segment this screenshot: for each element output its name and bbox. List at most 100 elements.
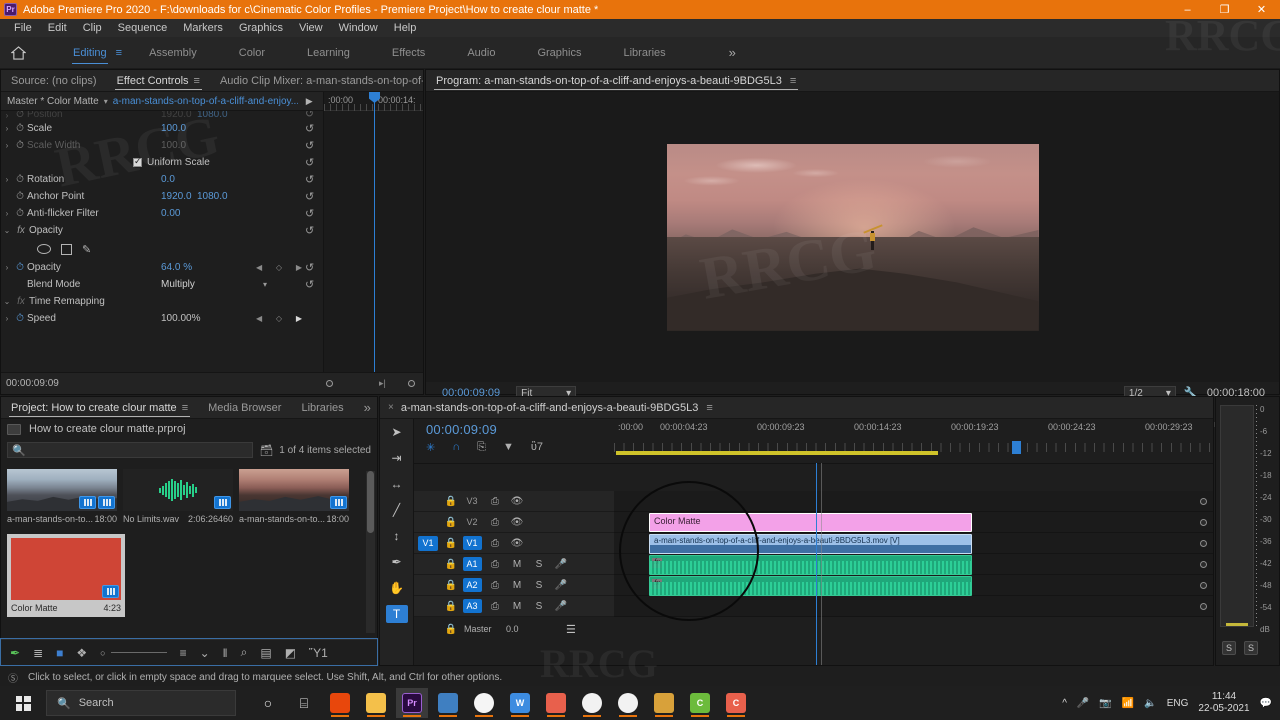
track-handle-dot[interactable] xyxy=(1200,581,1207,589)
freeform-view-icon[interactable]: ❖ xyxy=(76,646,87,660)
add-marker-icon[interactable]: ▼ xyxy=(503,441,514,454)
menu-item-clip[interactable]: Clip xyxy=(75,19,110,37)
pen-tool-icon[interactable]: ✒ xyxy=(10,646,20,660)
twirl-icon[interactable]: ⌄ xyxy=(1,297,13,306)
windows-start-icon[interactable] xyxy=(0,686,46,720)
eye-icon[interactable]: 👁 xyxy=(506,538,528,549)
rectangle-mask-icon[interactable] xyxy=(61,243,72,255)
stopwatch-icon[interactable]: ⏱ xyxy=(13,191,27,202)
chevron-down-icon[interactable]: ▾ xyxy=(263,280,267,289)
property-value-2[interactable]: 1080.0 xyxy=(197,191,228,202)
twirl-icon[interactable]: › xyxy=(1,124,13,133)
sequence-settings-icon[interactable]: ✳ xyxy=(426,441,435,454)
timeline-ruler[interactable]: :00:00 00:00:04:23 00:00:09:23 00:00:14:23 0… xyxy=(614,419,1213,463)
add-keyframe-icon[interactable]: ◇ xyxy=(276,263,282,272)
stopwatch-icon[interactable]: ⏱ xyxy=(13,111,27,120)
lock-icon[interactable]: 🔒 xyxy=(442,538,460,549)
twirl-icon[interactable]: › xyxy=(1,111,13,120)
tab-ec-tab-0[interactable]: Source: (no clips) xyxy=(1,70,107,91)
lock-icon[interactable]: 🔒 xyxy=(442,559,460,570)
tab-project-1[interactable]: Media Browser xyxy=(198,397,291,418)
list-view-icon[interactable]: ≣ xyxy=(33,646,43,660)
track-name-v1[interactable]: V1 xyxy=(460,536,484,550)
ec-zoom-dot-right[interactable] xyxy=(408,380,415,387)
ec-nav-icon[interactable]: ▸| xyxy=(379,378,386,389)
automate-to-sequence-icon[interactable]: ‖ xyxy=(223,646,228,660)
taskbar-search-input[interactable]: 🔍 Search xyxy=(46,690,236,716)
lock-icon[interactable]: 🔒 xyxy=(442,517,460,528)
effect-controls-timecode[interactable]: 00:00:09:09 xyxy=(1,378,59,389)
uniform-scale-checkbox[interactable] xyxy=(133,156,142,167)
property-value[interactable]: 100.0 xyxy=(161,123,186,134)
property-value[interactable]: 0.0 xyxy=(161,174,175,185)
track-header-a3[interactable]: 🔒 A3 ⎙ M S 🎤 xyxy=(414,596,614,617)
reset-parameter-icon[interactable]: ↺ xyxy=(305,156,314,169)
taskbar-language[interactable]: ENG xyxy=(1167,698,1189,709)
eye-icon[interactable]: 👁 xyxy=(506,496,528,507)
workspace-tab-assembly[interactable]: Assembly xyxy=(128,37,218,69)
taskbar-clock[interactable]: 11:44 22-05-2021 xyxy=(1198,691,1249,715)
twirl-icon[interactable]: › xyxy=(1,209,13,218)
meter-solo-button[interactable]: S xyxy=(1222,641,1236,655)
twirl-icon[interactable]: ⌄ xyxy=(1,226,13,235)
stopwatch-icon[interactable]: ⏱ xyxy=(13,313,27,324)
pen-tool-icon[interactable]: ✒ xyxy=(386,553,408,571)
lock-icon[interactable]: 🔒 xyxy=(442,580,460,591)
ec-zoom-dot-left[interactable] xyxy=(326,380,333,387)
chrome-icon[interactable] xyxy=(468,688,500,718)
track-handle-dot[interactable] xyxy=(1200,518,1207,526)
new-item-icon[interactable]: ◩ xyxy=(285,646,296,660)
time-remapping-header[interactable]: ⌄ fx Time Remapping xyxy=(1,293,321,310)
tab-effect-controls[interactable]: Effect Controls ≡ xyxy=(107,70,210,91)
winrar-icon[interactable] xyxy=(648,688,680,718)
timeline-playhead-handle[interactable] xyxy=(1012,441,1021,454)
chevron-down-icon[interactable]: ▾ xyxy=(104,97,108,106)
twirl-icon[interactable]: › xyxy=(1,314,13,323)
solo-track-button[interactable]: S xyxy=(528,601,550,612)
workspace-tab-audio[interactable]: Audio xyxy=(446,37,516,69)
play-icon[interactable]: ▶ xyxy=(306,96,313,107)
tab-program-monitor[interactable]: Program: a-man-stands-on-top-of-a-cliff-… xyxy=(426,70,806,91)
close-button[interactable]: ✕ xyxy=(1243,0,1280,19)
track-select-forward-tool-icon[interactable]: ⇥ xyxy=(386,449,408,467)
property-value[interactable]: 100.0 xyxy=(161,140,186,151)
zoom-slider-icon[interactable]: ○ xyxy=(100,648,105,658)
solo-track-button[interactable]: S xyxy=(528,580,550,591)
volume-icon[interactable]: 🔈 xyxy=(1144,698,1156,709)
camera-icon[interactable]: 📷 xyxy=(1099,698,1111,709)
twirl-icon[interactable]: › xyxy=(1,141,13,150)
panel-menu-icon[interactable]: ≡ xyxy=(706,402,712,414)
effect-property-row[interactable]: › ⏱ Anti-flicker Filter 0.00 ↺ xyxy=(1,205,321,222)
master-meter-icon[interactable]: ☰ xyxy=(566,623,576,636)
effect-property-row[interactable]: › ⏱ Scale 100.0 ↺ xyxy=(1,120,321,137)
lock-icon[interactable]: 🔒 xyxy=(442,496,460,507)
type-tool-icon[interactable]: T xyxy=(385,605,408,623)
action-center-icon[interactable]: 💬 xyxy=(1260,698,1272,709)
reset-parameter-icon[interactable]: ↺ xyxy=(305,207,314,220)
next-keyframe-icon[interactable]: ▶ xyxy=(296,314,302,323)
property-value[interactable]: 64.0 % xyxy=(161,262,192,273)
sort-icon[interactable]: ≡ xyxy=(180,646,187,660)
file-explorer-icon[interactable] xyxy=(360,688,392,718)
stopwatch-icon[interactable]: ⏱ xyxy=(13,174,27,185)
search-input[interactable]: 🔍 xyxy=(7,442,254,458)
track-handle-dot[interactable] xyxy=(1200,560,1207,568)
lock-icon[interactable]: 🔒 xyxy=(442,624,460,635)
workspace-overflow-icon[interactable]: » xyxy=(729,45,736,60)
filter-bin-icon[interactable]: 🗃 xyxy=(259,444,273,457)
office-icon[interactable] xyxy=(324,688,356,718)
property-value[interactable]: 0.00 xyxy=(161,208,180,219)
meter-solo-button[interactable]: S xyxy=(1244,641,1258,655)
opacity-group-header[interactable]: ⌄ fx Opacity ↺ xyxy=(1,222,321,239)
sync-lock-icon[interactable]: ⎙ xyxy=(484,517,506,528)
blend-mode-row[interactable]: Blend Mode Multiply ▾ ↺ xyxy=(1,276,321,293)
cortana-icon[interactable]: ○ xyxy=(252,688,284,718)
blend-mode-value[interactable]: Multiply xyxy=(161,279,195,290)
microphone-icon[interactable]: 🎤 xyxy=(550,559,572,570)
reset-parameter-icon[interactable]: ↺ xyxy=(305,111,314,120)
microphone-icon[interactable]: 🎤 xyxy=(550,601,572,612)
microphone-icon[interactable]: 🎤 xyxy=(1077,698,1089,709)
reset-parameter-icon[interactable]: ↺ xyxy=(305,278,314,291)
mute-track-button[interactable]: M xyxy=(506,559,528,570)
track-header-v3[interactable]: 🔒 V3 ⎙ 👁 xyxy=(414,491,614,512)
